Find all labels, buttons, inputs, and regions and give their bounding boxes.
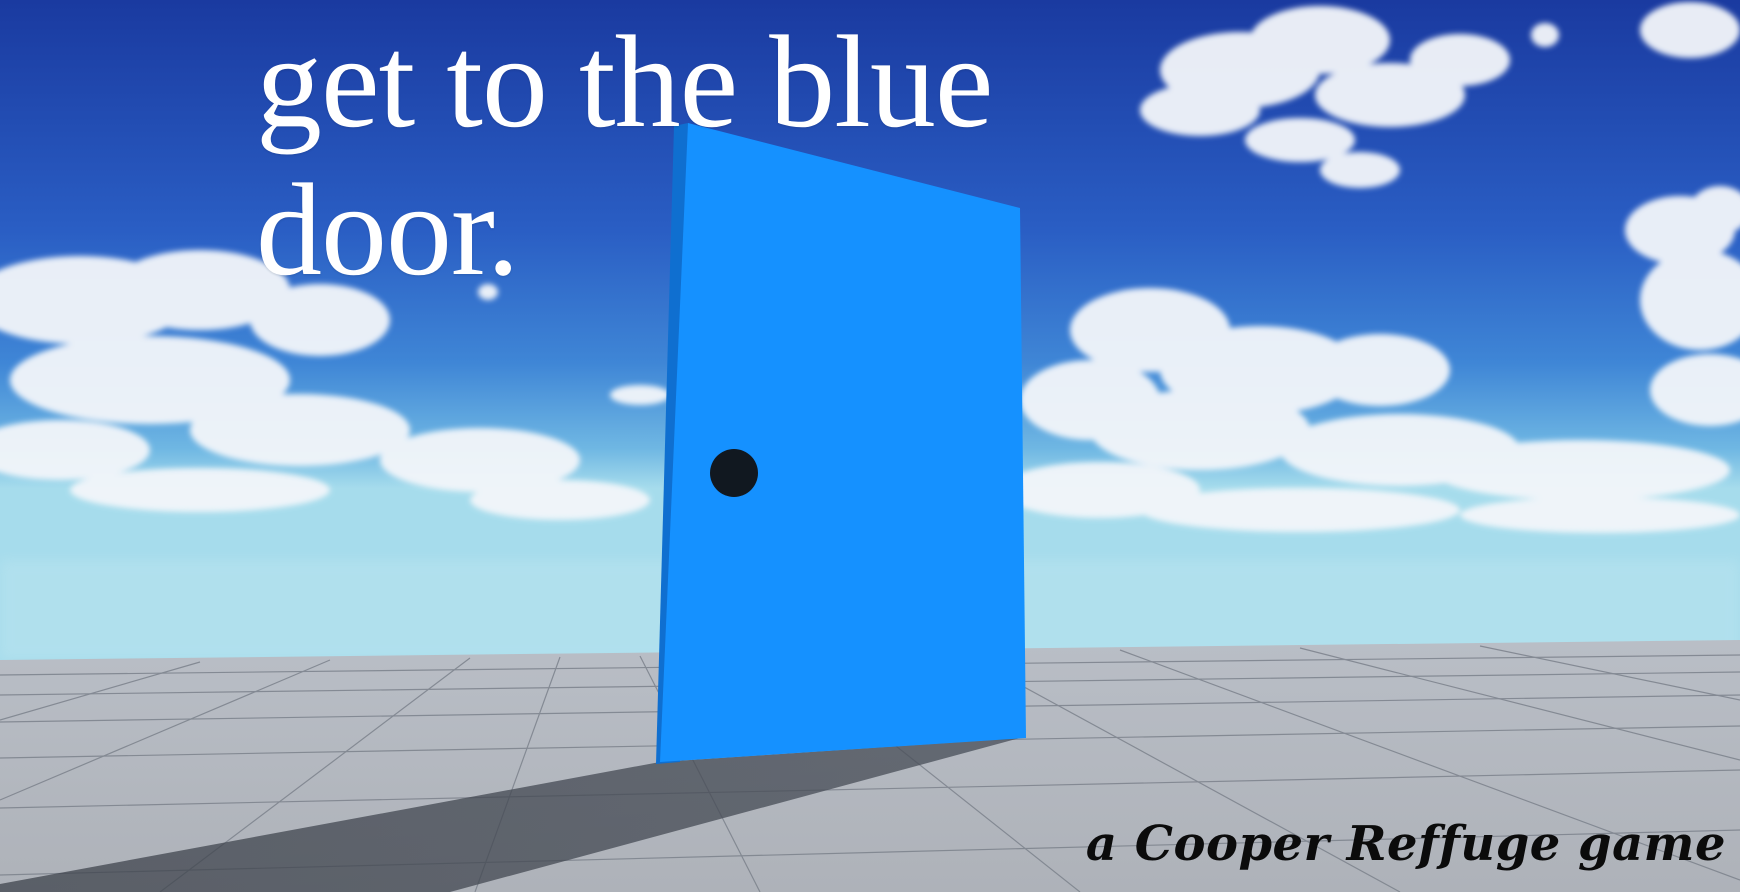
game-scene: get to the blue door. a Cooper Reffuge g… (0, 0, 1740, 892)
doorknob-icon (710, 449, 758, 497)
objective-title-line-2: door. (256, 156, 520, 303)
objective-title: get to the blue door. (256, 8, 1156, 304)
game-credit: a Cooper Reffuge game (1085, 816, 1726, 872)
objective-title-line-1: get to the blue (256, 8, 993, 155)
